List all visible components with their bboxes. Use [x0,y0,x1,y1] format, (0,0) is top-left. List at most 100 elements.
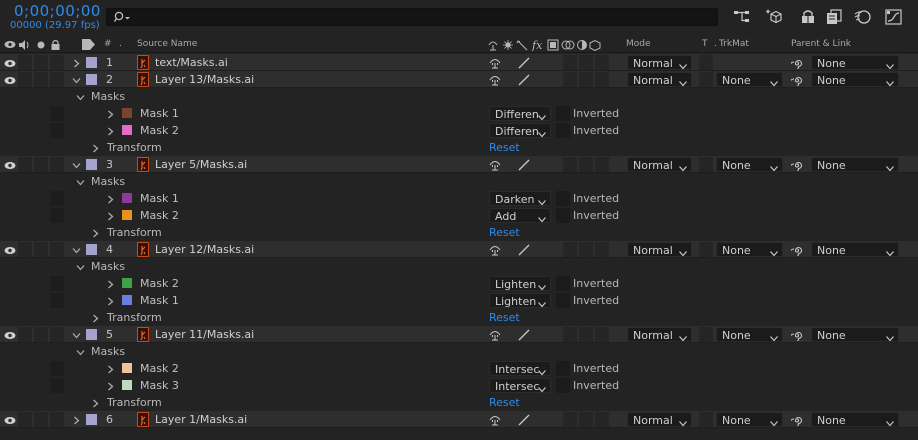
parent-link-header[interactable]: Parent & Link [791,39,851,49]
mask-color-swatch[interactable] [122,210,132,220]
layer-twirl-toggle[interactable] [72,58,81,71]
inverted-checkbox[interactable] [556,361,570,376]
layer-number-header[interactable]: # [104,39,112,49]
shy-switch-icon[interactable] [489,244,501,259]
masks-twirl-toggle[interactable] [76,92,85,105]
blend-mode-dropdown[interactable]: Normal [627,327,692,342]
av-switch-1[interactable] [34,55,48,70]
layer-label-color[interactable] [86,74,97,85]
shy-switch-icon[interactable] [489,159,501,174]
motion-blur-icon[interactable] [853,8,873,26]
layer-search-input[interactable] [106,8,718,26]
solo-header-icon[interactable] [37,41,45,49]
eye-icon[interactable] [4,245,16,258]
av-switch-1[interactable] [34,242,48,257]
mask-mode-dropdown[interactable]: Intersec [489,361,551,376]
mask-lock-switch-0[interactable] [50,208,64,223]
mask-color-swatch[interactable] [122,193,132,203]
av-switch-2[interactable] [50,412,64,427]
layer-label-color[interactable] [86,57,97,68]
mask-color-swatch[interactable] [122,108,132,118]
transform-twirl-toggle[interactable] [91,398,100,411]
layer-name[interactable]: Layer 5/Masks.ai [155,158,247,171]
transform-reset-link[interactable]: Reset [489,141,520,154]
av-switch-2[interactable] [50,72,64,87]
eye-icon[interactable] [4,75,16,88]
layer-name[interactable]: Layer 12/Masks.ai [155,243,254,256]
blend-mode-dropdown[interactable]: Normal [627,412,692,427]
inverted-checkbox[interactable] [556,123,570,138]
quality-switch-icon[interactable] [518,57,530,72]
layer-switch-1[interactable] [579,157,593,172]
layer-label-color[interactable] [86,244,97,255]
av-switch-1[interactable] [34,327,48,342]
preserve-transparency-toggle-0[interactable] [699,157,713,172]
layer-label-color[interactable] [86,414,97,425]
mask-lock-switch-0[interactable] [50,293,64,308]
shy-switch-icon[interactable] [489,57,501,72]
av-switch-0[interactable] [18,412,32,427]
preserve-transparency-toggle-0[interactable] [699,327,713,342]
layer-switch-0[interactable] [563,157,577,172]
av-switch-0[interactable] [18,327,32,342]
inverted-checkbox[interactable] [556,378,570,393]
graph-editor-icon[interactable] [884,8,904,26]
shy-switch-icon[interactable] [489,414,501,429]
av-switch-0[interactable] [18,72,32,87]
layer-label-color[interactable] [86,329,97,340]
transform-reset-link[interactable]: Reset [489,226,520,239]
mask-color-swatch[interactable] [122,363,132,373]
quality-switch-icon[interactable] [518,159,530,174]
layer-twirl-toggle[interactable] [72,245,81,258]
inverted-checkbox[interactable] [556,208,570,223]
masks-group-label[interactable]: Masks [91,260,125,273]
eye-icon[interactable] [4,415,16,428]
eye-icon[interactable] [4,330,16,343]
mask-twirl-toggle[interactable] [106,364,115,377]
transform-twirl-toggle[interactable] [91,228,100,241]
parent-pickwhip-icon[interactable] [788,74,803,89]
mask-lock-switch-0[interactable] [50,378,64,393]
mask-twirl-toggle[interactable] [106,126,115,139]
preserve-transparency-toggle-0[interactable] [699,412,713,427]
layer-switch-0[interactable] [563,55,577,70]
transform-twirl-toggle[interactable] [91,313,100,326]
av-switch-0[interactable] [18,157,32,172]
mask-color-swatch[interactable] [122,295,132,305]
inverted-checkbox[interactable] [556,191,570,206]
draft-3d-icon[interactable] [765,8,785,26]
eye-icon[interactable] [4,160,16,173]
video-switch-header-icon[interactable] [4,40,16,49]
track-matte-dropdown[interactable]: None [716,327,783,342]
masks-twirl-toggle[interactable] [76,177,85,190]
masks-group-label[interactable]: Masks [91,175,125,188]
transform-group-label[interactable]: Transform [107,141,162,154]
layer-switch-1[interactable] [579,242,593,257]
transform-group-label[interactable]: Transform [107,311,162,324]
layer-name[interactable]: Layer 1/Masks.ai [155,413,247,426]
parent-dropdown[interactable]: None [811,242,899,257]
mask-twirl-toggle[interactable] [106,194,115,207]
av-switch-2[interactable] [50,55,64,70]
mask-name[interactable]: Mask 1 [140,107,179,120]
layer-switch-0[interactable] [563,412,577,427]
quality-switch-icon[interactable] [518,74,530,89]
mask-lock-switch-0[interactable] [50,106,64,121]
mask-mode-dropdown[interactable]: Darken [489,191,551,206]
shy-switch-icon[interactable] [489,74,501,89]
masks-group-label[interactable]: Masks [91,90,125,103]
frame-blending-icon[interactable] [824,8,844,26]
inverted-checkbox[interactable] [556,293,570,308]
mask-name[interactable]: Mask 2 [140,277,179,290]
layer-switch-2[interactable] [595,55,609,70]
parent-dropdown[interactable]: None [811,72,899,87]
shy-layers-icon[interactable] [798,8,818,26]
transform-group-label[interactable]: Transform [107,226,162,239]
parent-dropdown[interactable]: None [811,412,899,427]
current-time-display[interactable]: 0;00;00;00 [14,2,101,20]
mask-name[interactable]: Mask 2 [140,124,179,137]
layer-name[interactable]: Layer 13/Masks.ai [155,73,254,86]
masks-group-label[interactable]: Masks [91,345,125,358]
mask-lock-switch-0[interactable] [50,361,64,376]
blend-mode-dropdown[interactable]: Normal [627,55,692,70]
